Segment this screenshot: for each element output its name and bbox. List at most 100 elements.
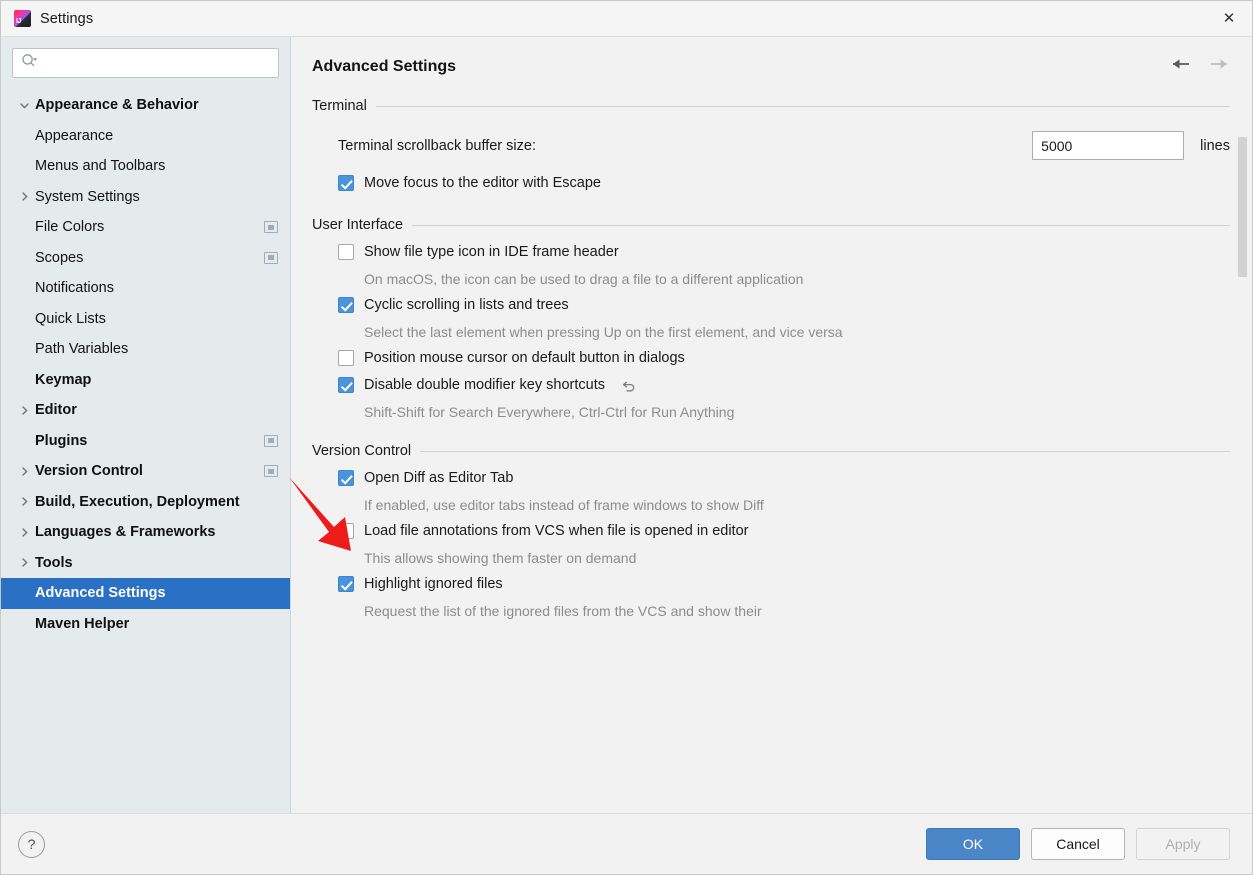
option-row: Highlight ignored files Request the list … bbox=[312, 570, 1230, 621]
checkbox-checked[interactable] bbox=[338, 470, 354, 486]
dialog-body: Appearance & Behavior Appearance Menus and… bbox=[1, 37, 1252, 813]
option-description: Request the list of the ignored files fr… bbox=[364, 603, 762, 619]
scrollback-buffer-row: Terminal scrollback buffer size: lines bbox=[312, 119, 1230, 169]
sidebar-item-menus-and-toolbars[interactable]: Menus and Toolbars bbox=[1, 151, 290, 182]
sidebar-item-version-control[interactable]: Version Control bbox=[1, 456, 290, 487]
sidebar-item-label: Tools bbox=[35, 554, 73, 571]
search-input[interactable] bbox=[38, 49, 271, 77]
option-label[interactable]: Position mouse cursor on default button … bbox=[364, 350, 685, 366]
sidebar-item-label: Appearance & Behavior bbox=[35, 97, 199, 114]
page-title: Advanced Settings bbox=[312, 57, 457, 75]
option-label[interactable]: Cyclic scrolling in lists and trees bbox=[364, 297, 569, 313]
section-user-interface: User Interface Show file type icon in IDE… bbox=[312, 217, 1230, 422]
project-scope-icon bbox=[264, 465, 278, 478]
sidebar-item-notifications[interactable]: Notifications bbox=[1, 273, 290, 304]
sidebar-item-keymap[interactable]: Keymap bbox=[1, 365, 290, 396]
navigation-arrows bbox=[1170, 56, 1230, 77]
sidebar-item-label: Plugins bbox=[35, 432, 88, 449]
checkbox-checked[interactable] bbox=[338, 377, 354, 393]
chevron-right-icon[interactable] bbox=[13, 557, 35, 568]
chevron-right-icon[interactable] bbox=[13, 466, 35, 477]
title-bar: IJ Settings ✕ bbox=[1, 1, 1252, 37]
option-description: Shift-Shift for Search Everywhere, Ctrl-… bbox=[364, 404, 735, 420]
sidebar-item-label: Maven Helper bbox=[35, 615, 130, 632]
sidebar-item-maven-helper[interactable]: Maven Helper bbox=[1, 609, 290, 640]
sidebar-item-label: Keymap bbox=[35, 371, 92, 388]
checkbox-unchecked[interactable] bbox=[338, 350, 354, 366]
sidebar-item-plugins[interactable]: Plugins bbox=[1, 426, 290, 457]
settings-scroll-area: Terminal Terminal scrollback buffer size:… bbox=[291, 77, 1252, 813]
section-header: Version Control bbox=[312, 443, 1230, 459]
vertical-scrollbar[interactable] bbox=[1238, 77, 1247, 813]
chevron-right-icon[interactable] bbox=[13, 405, 35, 416]
sidebar-item-appearance[interactable]: Appearance bbox=[1, 121, 290, 152]
option-row: Move focus to the editor with Escape bbox=[312, 169, 1230, 196]
dialog-footer: ? OK Cancel Apply bbox=[1, 813, 1252, 874]
option-label[interactable]: Load file annotations from VCS when file… bbox=[364, 523, 748, 539]
content-header: Advanced Settings bbox=[291, 37, 1252, 77]
forward-arrow-icon bbox=[1208, 56, 1230, 77]
option-label[interactable]: Show file type icon in IDE frame header bbox=[364, 244, 619, 260]
section-version-control: Version Control Open Diff as Editor Tab If… bbox=[312, 443, 1230, 621]
help-button[interactable]: ? bbox=[18, 830, 45, 858]
option-row: Load file annotations from VCS when file… bbox=[312, 517, 1230, 568]
section-title: Terminal bbox=[312, 98, 367, 114]
checkbox-unchecked[interactable] bbox=[338, 523, 354, 539]
sidebar-item-system-settings[interactable]: System Settings bbox=[1, 182, 290, 213]
sidebar-item-languages-frameworks[interactable]: Languages & Frameworks bbox=[1, 517, 290, 548]
window-title: Settings bbox=[40, 10, 94, 27]
sidebar-item-tools[interactable]: Tools bbox=[1, 548, 290, 579]
option-row: Open Diff as Editor Tab If enabled, use e… bbox=[312, 464, 1230, 515]
close-icon[interactable]: ✕ bbox=[1206, 1, 1252, 36]
checkbox-unchecked[interactable] bbox=[338, 244, 354, 260]
option-row: Cyclic scrolling in lists and trees Selec… bbox=[312, 291, 1230, 342]
project-scope-icon bbox=[264, 251, 278, 264]
chevron-down-icon[interactable] bbox=[13, 100, 35, 111]
checkbox-checked[interactable] bbox=[338, 576, 354, 592]
scrollbar-thumb[interactable] bbox=[1238, 137, 1247, 277]
option-description: Select the last element when pressing Up… bbox=[364, 324, 843, 340]
sidebar-item-scopes[interactable]: Scopes bbox=[1, 243, 290, 274]
field-unit: lines bbox=[1200, 137, 1230, 154]
option-description: This allows showing them faster on deman… bbox=[364, 550, 637, 566]
apply-button[interactable]: Apply bbox=[1136, 828, 1230, 860]
project-scope-icon bbox=[264, 221, 278, 234]
settings-tree: Appearance & Behavior Appearance Menus and… bbox=[1, 87, 290, 813]
section-divider bbox=[412, 224, 1230, 226]
checkbox-checked[interactable] bbox=[338, 297, 354, 313]
option-main: Highlight ignored files bbox=[338, 570, 1230, 597]
scrollback-buffer-input[interactable] bbox=[1032, 131, 1185, 160]
settings-sidebar: Appearance & Behavior Appearance Menus and… bbox=[1, 37, 291, 813]
sidebar-item-quick-lists[interactable]: Quick Lists bbox=[1, 304, 290, 335]
chevron-right-icon[interactable] bbox=[13, 496, 35, 507]
sidebar-item-label: Notifications bbox=[35, 280, 114, 297]
chevron-right-icon[interactable] bbox=[13, 527, 35, 538]
section-title: User Interface bbox=[312, 217, 404, 233]
revert-icon[interactable] bbox=[622, 379, 637, 392]
sidebar-item-label: Advanced Settings bbox=[35, 585, 166, 602]
back-arrow-icon[interactable] bbox=[1170, 56, 1192, 77]
option-label[interactable]: Disable double modifier key shortcuts bbox=[364, 377, 605, 393]
sidebar-item-advanced-settings[interactable]: Advanced Settings bbox=[1, 578, 290, 609]
search-box[interactable] bbox=[12, 48, 279, 78]
sidebar-item-build-execution-deployment[interactable]: Build, Execution, Deployment bbox=[1, 487, 290, 518]
sidebar-item-file-colors[interactable]: File Colors bbox=[1, 212, 290, 243]
chevron-right-icon[interactable] bbox=[13, 191, 35, 202]
option-label[interactable]: Move focus to the editor with Escape bbox=[364, 175, 601, 191]
option-label[interactable]: Open Diff as Editor Tab bbox=[364, 470, 513, 486]
sidebar-item-label: Editor bbox=[35, 402, 77, 419]
sidebar-item-path-variables[interactable]: Path Variables bbox=[1, 334, 290, 365]
sidebar-item-label: Quick Lists bbox=[35, 310, 106, 327]
sidebar-item-label: Languages & Frameworks bbox=[35, 524, 216, 541]
sidebar-item-label: Appearance bbox=[35, 127, 114, 144]
sidebar-item-appearance-behavior[interactable]: Appearance & Behavior bbox=[1, 90, 290, 121]
sidebar-item-editor[interactable]: Editor bbox=[1, 395, 290, 426]
option-row: Disable double modifier key shortcuts Shi… bbox=[312, 371, 1230, 422]
cancel-button[interactable]: Cancel bbox=[1031, 828, 1125, 860]
ok-button[interactable]: OK bbox=[926, 828, 1020, 860]
option-label[interactable]: Highlight ignored files bbox=[364, 576, 503, 592]
settings-sections: Terminal Terminal scrollback buffer size:… bbox=[312, 98, 1230, 621]
checkbox-checked[interactable] bbox=[338, 175, 354, 191]
section-divider bbox=[420, 450, 1230, 452]
option-description: On macOS, the icon can be used to drag a… bbox=[364, 271, 804, 287]
